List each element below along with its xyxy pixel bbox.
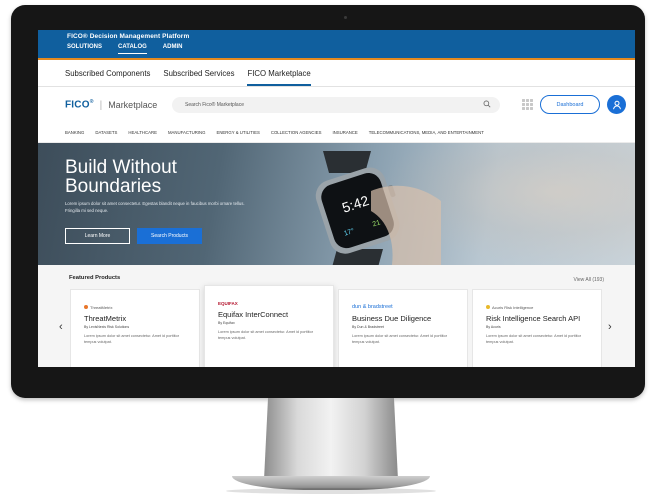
carousel-prev-icon[interactable]: ‹ [59, 321, 63, 333]
category-manufacturing[interactable]: MANUFACTURING [168, 130, 205, 135]
marketplace-header: FICO® | Marketplace Search Fico® Marketp… [38, 87, 635, 123]
logo-subtitle: Marketplace [108, 100, 158, 110]
category-insurance[interactable]: INSURANCE [332, 130, 357, 135]
view-all-link[interactable]: View All (193) [574, 277, 604, 283]
dashboard-button[interactable]: Dashboard [540, 95, 600, 114]
product-card-acuris[interactable]: Acuris Risk Intelligence Risk Intelligen… [472, 289, 602, 367]
hero-description: Lorem ipsum dolor sit amet consectetur. … [65, 201, 245, 213]
product-description: Lorem ipsum dolor sit amet consectetur. … [218, 330, 313, 340]
product-vendor: By Equifax [218, 321, 235, 325]
learn-more-button[interactable]: Learn More [65, 228, 130, 244]
tab-subscribed-services[interactable]: Subscribed Services [163, 69, 234, 86]
logo-text: FICO [65, 99, 90, 111]
top-nav: SOLUTIONS CATALOG ADMIN [67, 44, 635, 54]
category-banking[interactable]: BANKING [65, 130, 84, 135]
search-input[interactable]: Search Fico® Marketplace [172, 97, 500, 113]
product-name: ThreatMetrix [84, 314, 127, 323]
carousel-next-icon[interactable]: › [608, 321, 612, 333]
brand-name: Acuris Risk Intelligence [492, 304, 534, 310]
brand-logo: dun & bradstreet [352, 304, 393, 310]
search-icon[interactable] [483, 100, 491, 108]
fico-logo[interactable]: FICO® [65, 99, 94, 110]
platform-topbar: FICO® Decision Management Platform SOLUT… [38, 30, 635, 60]
tab-fico-marketplace[interactable]: FICO Marketplace [247, 69, 311, 86]
nav-admin[interactable]: ADMIN [163, 44, 183, 54]
smartwatch-image: 5:42 17° 21 [315, 151, 441, 265]
product-description: Lorem ipsum dolor sit amet consectetur. … [84, 334, 179, 344]
search-products-button[interactable]: Search Products [137, 228, 202, 244]
brand-logo: ThreatMetrix [84, 303, 186, 311]
screen: FICO® Decision Management Platform SOLUT… [38, 30, 635, 367]
featured-products-title: Featured Products [69, 275, 121, 281]
product-vendor: By LexisNexis Risk Solutions [84, 325, 130, 329]
category-energy-utilities[interactable]: ENERGY & UTILITIES [216, 130, 259, 135]
brand-mark-icon [84, 305, 88, 309]
search-placeholder: Search Fico® Marketplace [185, 102, 244, 108]
category-telecommunications[interactable]: TELECOMMUNICATIONS, MEDIA, AND ENTERTAIN… [369, 130, 484, 135]
product-name: Risk Intelligence Search API [486, 314, 581, 323]
product-card-dun-bradstreet[interactable]: dun & bradstreet Business Due Diligence … [338, 289, 468, 367]
product-description: Lorem ipsum dolor sit amet consectetur. … [352, 334, 447, 344]
monitor-mockup: FICO® Decision Management Platform SOLUT… [0, 0, 658, 498]
category-nav: BANKING DATASETS HEALTHCARE MANUFACTURIN… [38, 123, 635, 143]
category-healthcare[interactable]: HEALTHCARE [128, 130, 157, 135]
user-avatar[interactable] [607, 95, 626, 114]
product-name: Business Due Diligence [352, 314, 432, 323]
sub-tabs: Subscribed Components Subscribed Service… [38, 60, 635, 87]
logo-mark: ® [89, 99, 94, 106]
user-icon [612, 100, 621, 109]
logo-divider: | [99, 99, 103, 111]
nav-catalog[interactable]: CATALOG [118, 44, 147, 54]
hero-banner: 5:42 17° 21 Build Without Boundaries Lor… [38, 143, 635, 265]
brand-logo: Acuris Risk Intelligence [486, 303, 588, 311]
product-vendor: By Dun & Bradstreet [352, 325, 384, 329]
product-description: Lorem ipsum dolor sit amet consectetur. … [486, 334, 581, 344]
stand-shadow [226, 488, 436, 494]
platform-title: FICO® Decision Management Platform [67, 33, 190, 40]
category-collection-agencies[interactable]: COLLECTION AGENCIES [271, 130, 322, 135]
camera-dot [344, 16, 347, 19]
brand-logo: EQUIFAX [218, 300, 238, 306]
product-name: Equifax InterConnect [218, 310, 289, 319]
monitor-stand [264, 398, 398, 480]
category-datasets[interactable]: DATASETS [95, 130, 117, 135]
product-card-equifax[interactable]: EQUIFAX Equifax InterConnect By Equifax … [204, 285, 334, 367]
brand-mark-icon [486, 305, 490, 309]
product-vendor: By Acuris [486, 325, 501, 329]
product-carousel: ThreatMetrix ThreatMetrix By LexisNexis … [70, 285, 602, 367]
brand-name: ThreatMetrix [90, 304, 113, 310]
product-card-threatmetrix[interactable]: ThreatMetrix ThreatMetrix By LexisNexis … [70, 289, 200, 367]
hero-title: Build Without Boundaries [65, 157, 177, 197]
tab-subscribed-components[interactable]: Subscribed Components [65, 69, 150, 86]
nav-solutions[interactable]: SOLUTIONS [67, 44, 102, 54]
apps-grid-icon[interactable] [522, 99, 533, 110]
featured-products-section: Featured Products View All (193) ‹ › Thr… [38, 265, 635, 367]
